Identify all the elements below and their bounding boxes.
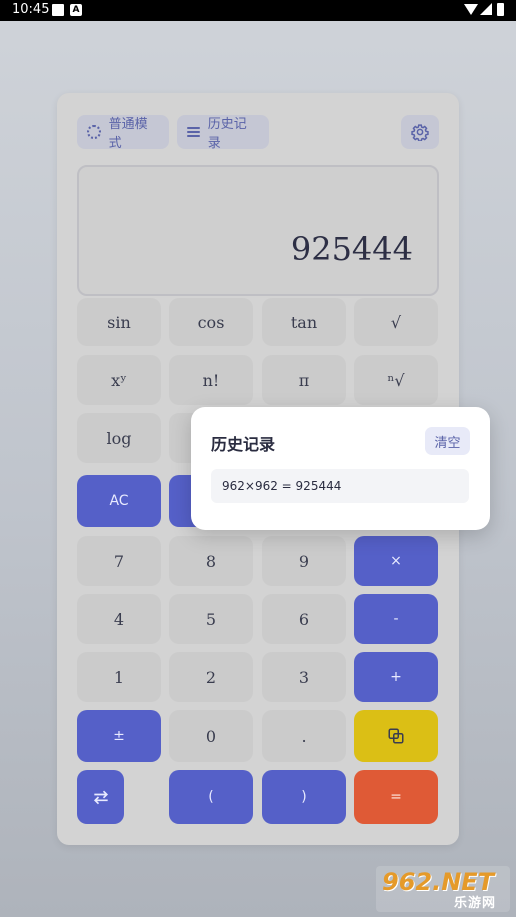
- key-factorial[interactable]: n!: [169, 355, 253, 405]
- key-cos[interactable]: cos: [169, 298, 253, 346]
- swap-button[interactable]: [77, 770, 124, 824]
- wifi-icon: [464, 4, 478, 15]
- history-popup-title: 历史记录: [211, 435, 276, 454]
- copy-icon: [388, 728, 404, 744]
- status-bar: 10:45 A: [0, 0, 516, 21]
- battery-icon: [497, 3, 504, 16]
- mode-icon: [87, 125, 101, 139]
- key-pi[interactable]: π: [262, 355, 346, 405]
- key-8[interactable]: 8: [169, 536, 253, 586]
- key-sign[interactable]: ±: [77, 710, 161, 762]
- history-button[interactable]: 历史记录: [177, 115, 269, 151]
- key-sqrt[interactable]: √: [354, 298, 438, 346]
- watermark-sub: 乐游网: [454, 896, 497, 911]
- key-5[interactable]: 5: [169, 594, 253, 644]
- key-9[interactable]: 9: [262, 536, 346, 586]
- key-subtract[interactable]: -: [354, 594, 438, 644]
- key-sin[interactable]: sin: [77, 298, 161, 346]
- key-4[interactable]: 4: [77, 594, 161, 644]
- gear-icon: [411, 124, 429, 141]
- key-power[interactable]: xʸ: [77, 355, 161, 405]
- key-1[interactable]: 1: [77, 652, 161, 702]
- key-add[interactable]: +: [354, 652, 438, 702]
- key-2[interactable]: 2: [169, 652, 253, 702]
- key-decimal[interactable]: .: [262, 710, 346, 762]
- watermark-logo: 962.NET 乐游网: [376, 866, 510, 912]
- result-display: 925444: [77, 165, 439, 296]
- history-label: 历史记录: [207, 117, 247, 151]
- key-equals[interactable]: =: [354, 770, 438, 824]
- swap-icon: [93, 790, 108, 805]
- key-log[interactable]: log: [77, 413, 161, 463]
- menu-icon: [187, 127, 200, 137]
- key-6[interactable]: 6: [262, 594, 346, 644]
- key-right-paren[interactable]: ): [262, 770, 346, 824]
- key-left-paren[interactable]: (: [169, 770, 253, 824]
- signal-icon: [480, 3, 492, 15]
- key-all-clear[interactable]: AC: [77, 475, 161, 527]
- clear-history-button[interactable]: 清空: [425, 427, 470, 455]
- key-multiply[interactable]: ×: [354, 536, 438, 586]
- history-popup: 历史记录 清空 962×962 = 925444: [191, 407, 490, 530]
- key-0[interactable]: 0: [169, 710, 253, 762]
- notification-icon: [52, 4, 64, 16]
- copy-button[interactable]: [354, 710, 438, 762]
- display-value: 925444: [290, 230, 413, 268]
- key-3[interactable]: 3: [262, 652, 346, 702]
- mode-label: 普通模式: [108, 117, 148, 151]
- key-7[interactable]: 7: [77, 536, 161, 586]
- mode-button[interactable]: 普通模式: [77, 115, 169, 151]
- settings-button[interactable]: [401, 115, 439, 149]
- history-item[interactable]: 962×962 = 925444: [211, 469, 469, 503]
- notification-app-icon: A: [70, 4, 82, 16]
- key-nth-root[interactable]: ⁿ√: [354, 355, 438, 405]
- status-time: 10:45: [12, 2, 50, 17]
- key-tan[interactable]: tan: [262, 298, 346, 346]
